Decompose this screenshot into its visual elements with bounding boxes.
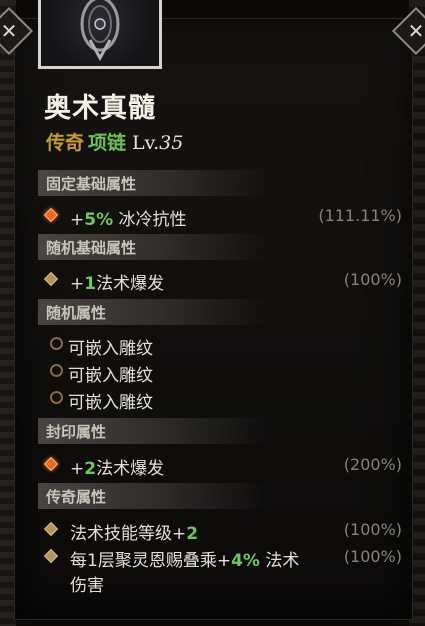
socket-row: 可嵌入雕纹 [44,333,406,359]
section-title: 传奇属性 [46,488,107,506]
item-rarity: 传奇 [46,132,85,154]
affix-diamond-icon [43,548,59,564]
socket-row: 可嵌入雕纹 [44,387,406,413]
socket-ring-icon [50,364,63,377]
affix-row: +5% 冰冷抗性 (111.11%) [43,204,406,230]
affix-text: +2法术爆发 [70,459,165,479]
section-title: 随机基础属性 [46,239,137,257]
section-sealed: 封印属性 [38,418,268,444]
affix-row: +2法术爆发 (200%) [43,453,406,479]
socket-row: 可嵌入雕纹 [44,360,406,386]
affix-diamond-icon [43,207,59,223]
section-legendary: 传奇属性 [38,483,268,509]
affix-row: 每1层聚灵恩赐叠乘+4% 法术 伤害 (100%) [43,545,406,596]
section-random-base: 随机基础属性 [38,234,268,260]
item-name: 奥术真髓 [44,93,156,124]
affix-text: +5% 冰冷抗性 [70,210,187,230]
section-random-affix: 随机属性 [38,299,268,325]
affix-diamond-icon [43,271,59,287]
affix-text: +1法术爆发 [70,274,165,294]
item-slot: 项链 [88,132,127,154]
affix-text-line2: 伤害 [70,576,104,596]
section-title: 封印属性 [46,423,107,441]
section-title: 固定基础属性 [46,175,137,193]
section-fixed-base: 固定基础属性 [38,170,268,196]
affix-row: +1法术爆发 (100%) [43,268,406,294]
socket-ring-icon [50,337,63,350]
affix-text: 每1层聚灵恩赐叠乘+4% 法术 [70,551,300,571]
socket-label: 可嵌入雕纹 [68,366,153,386]
affix-diamond-icon [43,456,59,472]
affix-percent: (100%) [343,270,402,289]
item-level: Lv.35 [132,132,184,154]
section-title: 随机属性 [46,304,107,322]
socket-label: 可嵌入雕纹 [68,339,153,359]
necklace-item-icon [80,0,120,62]
affix-percent: (111.11%) [318,206,402,225]
affix-percent: (100%) [343,520,402,539]
socket-ring-icon [50,391,63,404]
item-icon-frame [38,0,162,69]
affix-percent: (100%) [343,547,402,566]
affix-row: 法术技能等级+2 (100%) [43,518,406,544]
affix-text: 法术技能等级+2 [70,524,199,544]
affix-percent: (200%) [343,455,402,474]
item-subtitle: 传奇 项链 Lv.35 [46,128,183,155]
affix-diamond-icon [43,521,59,537]
socket-label: 可嵌入雕纹 [68,393,153,413]
